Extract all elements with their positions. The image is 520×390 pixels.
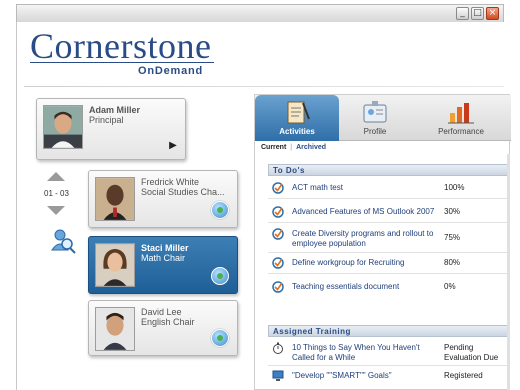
row-divider	[268, 222, 508, 223]
page-down-button[interactable]	[47, 206, 65, 215]
todo-row[interactable]: ACT math test 100%	[268, 182, 508, 196]
todo-progress: 0%	[444, 282, 456, 291]
report-card[interactable]: David Lee English Chair	[88, 300, 238, 356]
todo-name[interactable]: Teaching essentials document	[292, 282, 442, 292]
task-icon	[272, 182, 284, 194]
training-name[interactable]: "Develop ""SMART"" Goals"	[292, 371, 442, 381]
avatar	[95, 177, 135, 221]
network-globe-icon[interactable]	[211, 329, 229, 347]
training-name[interactable]: 10 Things to Say When You Haven't Called…	[292, 343, 442, 363]
header-divider	[24, 86, 504, 87]
people-search-icon[interactable]	[48, 226, 78, 256]
report-name: David Lee	[141, 307, 182, 317]
training-status: Pending Evaluation Due	[444, 343, 499, 362]
report-card[interactable]: Fredrick White Social Studies Cha...	[88, 170, 238, 228]
todo-row[interactable]: Create Diversity programs and rollout to…	[268, 228, 508, 250]
todo-row[interactable]: Teaching essentials document 0%	[268, 281, 508, 295]
pager-range: 01 - 03	[44, 189, 69, 198]
task-icon	[272, 281, 284, 293]
report-name: Fredrick White	[141, 177, 200, 187]
logo-rule	[30, 62, 214, 63]
todo-name[interactable]: Advanced Features of MS Outlook 2007	[292, 207, 442, 217]
avatar	[95, 307, 135, 351]
expand-arrow-icon[interactable]: ▶	[167, 139, 179, 153]
minimize-button[interactable]: _	[456, 7, 469, 20]
logo-sub-text: OnDemand	[138, 65, 204, 77]
row-divider	[268, 273, 508, 274]
report-title: English Chair	[141, 317, 195, 327]
report-title: Math Chair	[141, 253, 186, 263]
report-name: Staci Miller	[141, 243, 189, 253]
training-header: Assigned Training	[268, 325, 508, 337]
row-divider	[268, 365, 508, 366]
task-icon	[272, 228, 284, 240]
row-divider	[268, 252, 508, 253]
todo-name[interactable]: Create Diversity programs and rollout to…	[292, 229, 442, 249]
activities-content: To Do's ACT math test 100% Advanced Feat…	[254, 94, 510, 390]
network-globe-icon[interactable]	[211, 201, 229, 219]
maximize-button[interactable]: □	[471, 7, 484, 20]
close-button[interactable]: ×	[486, 7, 499, 20]
window-controls: _ □ ×	[456, 7, 499, 20]
page-up-button[interactable]	[47, 172, 65, 181]
manager-title: Principal	[89, 115, 124, 125]
todo-progress: 80%	[444, 258, 461, 267]
task-icon	[272, 206, 284, 218]
stopwatch-icon	[272, 342, 284, 354]
avatar	[95, 243, 135, 287]
network-globe-icon[interactable]	[211, 267, 229, 285]
report-title: Social Studies Cha...	[141, 187, 225, 197]
report-card-selected[interactable]: Staci Miller Math Chair	[88, 236, 238, 294]
task-icon	[272, 257, 284, 269]
todos-header: To Do's	[268, 164, 508, 176]
cornerstone-logo: Cornerstone OnDemand	[30, 26, 214, 77]
monitor-icon	[272, 370, 284, 382]
todo-progress: 100%	[444, 183, 465, 192]
todo-progress: 30%	[444, 207, 461, 216]
todo-row[interactable]: Advanced Features of MS Outlook 2007 30%	[268, 206, 508, 220]
avatar	[43, 105, 83, 149]
manager-card[interactable]: Adam Miller Principal ▶	[36, 98, 186, 160]
todo-row[interactable]: Define workgroup for Recruiting 80%	[268, 257, 508, 271]
window-titlebar: _ □ ×	[16, 4, 504, 22]
training-status: Registered	[444, 371, 483, 380]
row-divider	[268, 198, 508, 199]
todo-name[interactable]: Define workgroup for Recruiting	[292, 258, 442, 268]
training-row[interactable]: 10 Things to Say When You Haven't Called…	[268, 342, 508, 364]
logo-main-text: Cornerstone	[30, 26, 212, 66]
todo-progress: 75%	[444, 233, 461, 242]
scrollbar[interactable]	[507, 154, 510, 390]
training-row[interactable]: "Develop ""SMART"" Goals" Registered	[268, 370, 508, 384]
manager-name: Adam Miller	[89, 105, 141, 115]
todo-name[interactable]: ACT math test	[292, 183, 442, 193]
